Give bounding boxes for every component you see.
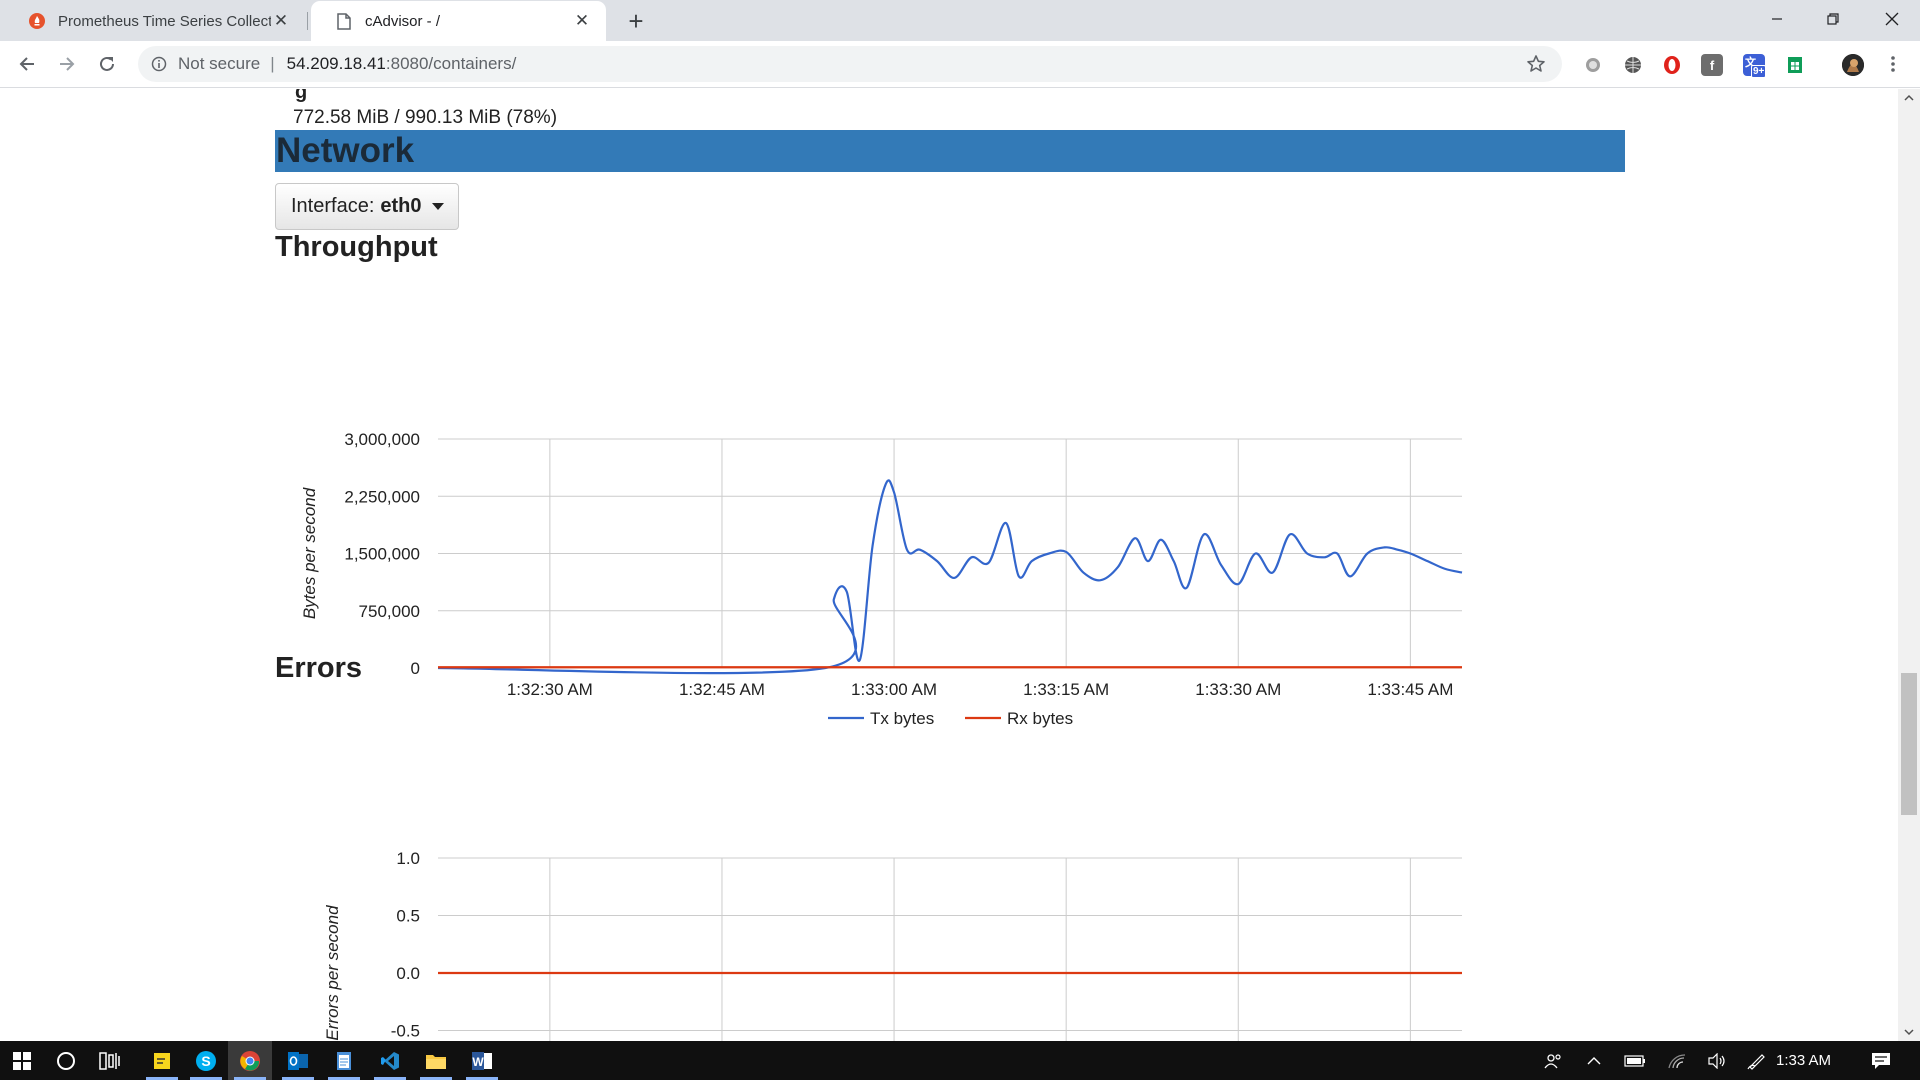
page-scrollbar[interactable]	[1898, 89, 1920, 1041]
not-secure-label: Not secure	[178, 54, 261, 73]
browser-toolbar: Not secure | 54.209.18.41 :8080/containe…	[0, 41, 1920, 88]
y-tick-label: 750,000	[359, 602, 420, 621]
opera-icon[interactable]	[1661, 54, 1683, 76]
outlook-icon[interactable]	[276, 1041, 320, 1080]
translate-icon[interactable]: 文 9+	[1743, 54, 1767, 78]
url-path: :8080/containers/	[385, 54, 517, 73]
sheets-icon[interactable]	[1784, 54, 1806, 76]
globe-icon[interactable]	[1622, 54, 1644, 76]
y-tick-label: 1.0	[396, 849, 420, 868]
url-separator: |	[270, 54, 275, 73]
interface-label: Interface:	[291, 195, 375, 217]
y-tick-label: 0	[411, 659, 420, 678]
back-arrow-icon[interactable]	[12, 49, 42, 79]
series-line	[437, 479, 1463, 675]
x-tick-label: 1:33:00 AM	[851, 680, 937, 699]
errors-title: Errors	[275, 652, 363, 684]
task-view-icon[interactable]	[88, 1041, 132, 1080]
y-tick-label: 3,000,000	[344, 430, 420, 449]
tab-title: Prometheus Time Series Collectio	[58, 12, 271, 30]
document-icon	[335, 12, 353, 30]
y-axis-title: Errors per second	[323, 905, 342, 1041]
word-icon[interactable]: W	[460, 1041, 504, 1080]
new-tab-button[interactable]: +	[620, 5, 652, 37]
close-window-icon[interactable]	[1864, 0, 1920, 38]
minimize-icon[interactable]	[1749, 0, 1805, 38]
tab-divider	[307, 12, 308, 30]
restore-icon[interactable]	[1805, 0, 1861, 38]
notepad-icon[interactable]	[322, 1041, 366, 1080]
scrollbar-thumb[interactable]	[1901, 673, 1917, 815]
facebook-icon[interactable]: f	[1701, 54, 1723, 76]
skype-icon[interactable]: S	[184, 1041, 228, 1080]
legend-label: Rx bytes	[1007, 709, 1073, 728]
throughput-chart: 3,000,000 2,250,000 1,500,000 750,000 0 1:32:…	[275, 329, 1475, 734]
y-tick-label: 1,500,000	[344, 545, 420, 564]
interface-dropdown[interactable]: Interface: eth0	[275, 183, 459, 230]
scroll-up-arrow-icon[interactable]	[1898, 89, 1920, 107]
volume-icon[interactable]	[1704, 1041, 1730, 1080]
tab-title: cAdvisor - /	[365, 12, 441, 30]
throughput-title: Throughput	[275, 231, 438, 263]
people-icon[interactable]	[1540, 1041, 1568, 1080]
y-tick-label: -0.5	[391, 1022, 420, 1041]
windows-taskbar: S W 1:33 AM	[0, 1041, 1920, 1080]
wifi-icon[interactable]	[1664, 1041, 1690, 1080]
extension-badge: 9+	[1751, 65, 1767, 78]
url-host: 54.209.18.41	[286, 54, 386, 73]
pen-workspace-icon[interactable]	[1744, 1041, 1770, 1080]
close-tab-icon[interactable]: ✕	[572, 11, 592, 31]
network-heading: Network	[275, 130, 1625, 172]
chrome-icon[interactable]	[228, 1041, 272, 1080]
cortana-search-icon[interactable]	[44, 1041, 88, 1080]
chart-gridlines	[438, 857, 1462, 1041]
profile-avatar[interactable]	[1842, 54, 1864, 76]
tab-prometheus[interactable]: Prometheus Time Series Collectio ✕	[4, 1, 305, 41]
close-tab-icon[interactable]: ✕	[271, 11, 291, 31]
battery-icon[interactable]	[1622, 1041, 1648, 1080]
x-tick-label: 1:32:30 AM	[507, 680, 593, 699]
vscode-icon[interactable]	[368, 1041, 412, 1080]
tab-cadvisor[interactable]: cAdvisor - / ✕	[311, 1, 606, 41]
y-tick-label: 0.5	[396, 907, 420, 926]
y-tick-label: 2,250,000	[344, 487, 420, 506]
reload-icon[interactable]	[92, 49, 122, 79]
x-tick-label: 1:33:30 AM	[1195, 680, 1281, 699]
y-tick-label: 0.0	[396, 964, 420, 983]
ghostery-icon[interactable]	[1582, 54, 1604, 76]
prometheus-flame-icon	[28, 12, 46, 30]
x-tick-label: 1:32:45 AM	[679, 680, 765, 699]
windows-start-icon[interactable]	[0, 1041, 44, 1080]
show-hidden-icons-chevron-icon[interactable]	[1582, 1041, 1606, 1080]
y-axis-title: Bytes per second	[300, 487, 319, 619]
interface-value: eth0	[380, 195, 422, 217]
action-center-icon[interactable]	[1866, 1041, 1896, 1080]
memory-usage-value: 772.58 MiB / 990.13 MiB (78%)	[293, 107, 558, 128]
svg-text:S: S	[201, 1053, 210, 1069]
info-icon[interactable]	[150, 55, 168, 73]
scroll-down-arrow-icon[interactable]	[1898, 1023, 1920, 1041]
legend-label: Tx bytes	[870, 709, 934, 728]
forward-arrow-icon[interactable]	[52, 49, 82, 79]
browser-tab-strip: Prometheus Time Series Collectio ✕ cAdvi…	[0, 0, 1920, 41]
taskbar-clock[interactable]: 1:33 AM	[1776, 1041, 1831, 1080]
bookmark-star-icon[interactable]	[1524, 52, 1548, 76]
chrome-menu-icon[interactable]	[1878, 49, 1908, 79]
x-tick-label: 1:33:45 AM	[1367, 680, 1453, 699]
memory-heading-fragment: g	[295, 89, 308, 103]
errors-chart: 1.00.50.0-0.5-1.01:32:30 AM1:32:45 AM1:3…	[275, 751, 1475, 1041]
sticky-notes-icon[interactable]	[140, 1041, 184, 1080]
file-explorer-icon[interactable]	[414, 1041, 458, 1080]
cadvisor-page: g 772.58 MiB / 990.13 MiB (78%) Network …	[0, 89, 1898, 1041]
address-bar[interactable]: Not secure | 54.209.18.41 :8080/containe…	[138, 46, 1562, 82]
x-tick-label: 1:33:15 AM	[1023, 680, 1109, 699]
svg-text:W: W	[472, 1055, 484, 1069]
caret-down-icon	[431, 203, 444, 210]
